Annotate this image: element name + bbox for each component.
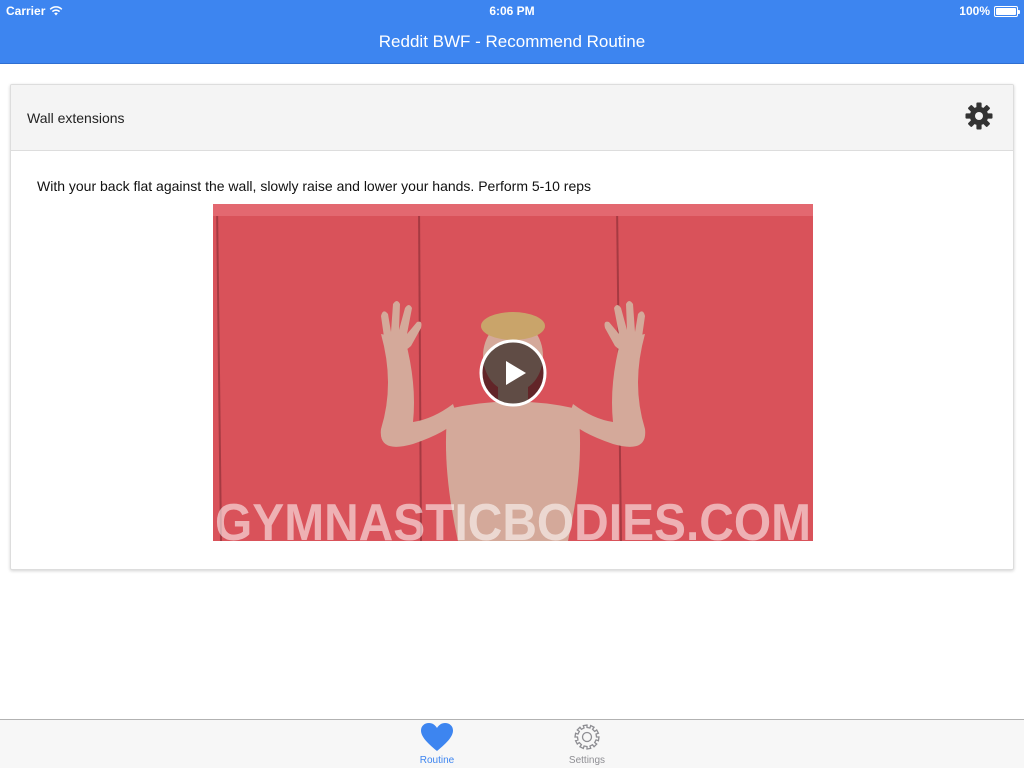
battery-indicator: 100% [959,4,1020,18]
battery-icon [994,5,1020,17]
gear-icon[interactable] [965,102,993,130]
play-icon[interactable] [479,339,547,407]
exercise-video[interactable]: GYMNASTICBODIES.COM [213,204,813,541]
heart-icon [421,723,453,751]
exercise-title: Wall extensions [27,110,125,126]
tab-bar: Routine Settings [0,719,1024,768]
tab-settings[interactable]: Settings [547,720,627,769]
tab-routine-label: Routine [419,755,455,766]
page-title: Reddit BWF - Recommend Routine [378,32,646,51]
tab-routine[interactable]: Routine [397,720,477,769]
exercise-description: With your back flat against the wall, sl… [37,178,592,194]
gear-icon [574,724,600,750]
app-header: Carrier 6:06 PM 100% Reddit BWF - Recomm… [0,0,1024,64]
exercise-card: Wall extensions With your back flat agai… [10,84,1014,570]
battery-percent: 100% [959,4,990,18]
tab-settings-label: Settings [568,755,606,766]
exercise-card-header: Wall extensions [11,85,1013,151]
video-watermark: GYMNASTICBODIES.COM [215,494,811,541]
status-time: 6:06 PM [489,4,535,18]
status-bar: Carrier 6:06 PM 100% [0,0,1024,20]
